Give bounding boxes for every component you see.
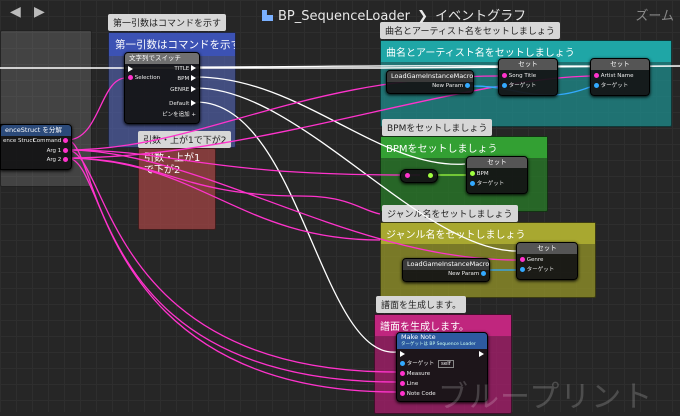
string-pin-icon[interactable]	[520, 257, 525, 262]
set-bpm-title: セット	[467, 157, 527, 168]
break-struct-pin-command: Command	[32, 138, 62, 144]
string-pin-icon[interactable]	[400, 381, 405, 386]
load-1-title: LoadGameInstanceMacro	[387, 71, 473, 82]
load-1-out-label: New Param	[432, 83, 464, 89]
chevron-right-icon: ❯	[417, 9, 428, 24]
load-game-instance-node-1[interactable]: LoadGameInstanceMacro New Param	[386, 70, 474, 94]
blueprint-icon	[262, 10, 273, 21]
switch-default: Default	[169, 101, 190, 107]
break-struct-input-label: ence Struct	[3, 138, 35, 144]
float-convert-node[interactable]	[400, 169, 438, 183]
blueprint-watermark: ブループリント	[438, 380, 654, 415]
zoom-label: ズーム	[635, 9, 674, 24]
string-wire-arg2-x1	[66, 157, 381, 215]
break-struct-title: enceStruct を分解	[1, 125, 71, 136]
string-pin-icon[interactable]	[128, 75, 133, 80]
load-2-out-label: New Param	[448, 271, 480, 277]
string-wire-cmd-selection	[66, 77, 127, 141]
switch-add-pin[interactable]: ピンを追加	[162, 112, 190, 118]
editor-toolbar: ◀ ▶ BP_SequenceLoader ❯ イベントグラフ ズーム	[0, 0, 680, 26]
object-pin-icon[interactable]	[502, 83, 507, 88]
breadcrumb-root[interactable]: BP_SequenceLoader	[278, 9, 410, 24]
set-artist-title: セット	[591, 59, 649, 70]
breadcrumb-current: イベントグラフ	[435, 9, 527, 24]
object-pin-icon[interactable]	[400, 361, 405, 366]
string-pin-icon[interactable]	[502, 73, 507, 78]
exec-pin-icon[interactable]	[479, 351, 484, 357]
exec-pin-icon[interactable]	[400, 351, 405, 357]
set-genre-title: セット	[517, 243, 577, 254]
string-pin-icon[interactable]	[400, 391, 405, 396]
make-note-self-field: self	[438, 360, 454, 368]
break-struct-pin-arg2: Arg 2	[46, 157, 62, 163]
object-pin-icon[interactable]	[470, 181, 475, 186]
make-note-target-label: ターゲット	[406, 361, 435, 367]
forward-arrow-icon[interactable]: ▶	[34, 4, 45, 20]
exec-pin-icon[interactable]	[128, 66, 133, 72]
object-pin-icon[interactable]	[520, 267, 525, 272]
switch-case-bpm: BPM	[177, 76, 190, 82]
switch-on-string-node[interactable]: 文字列でスイッチ Selection TITLE BPM GENRE Defau…	[124, 52, 200, 124]
make-note-title: Make Note	[397, 333, 487, 341]
string-pin-icon[interactable]	[400, 371, 405, 376]
object-pin-icon[interactable]	[594, 83, 599, 88]
object-pin-icon[interactable]	[481, 271, 486, 276]
exec-pin-icon[interactable]	[191, 86, 196, 92]
object-pin-icon[interactable]	[465, 83, 470, 88]
float-pin-icon[interactable]	[470, 171, 475, 176]
wire-layer	[0, 65, 680, 393]
set-bpm-node[interactable]: セット BPM ターゲット	[466, 156, 528, 194]
string-wire-arg1-measure	[66, 149, 397, 373]
break-struct-pin-arg1: Arg 1	[46, 148, 62, 154]
float-pin-icon[interactable]	[428, 173, 433, 178]
switch-case-title: TITLE	[174, 66, 190, 72]
exec-wire-default	[195, 101, 397, 353]
string-pin-icon[interactable]	[63, 157, 68, 162]
make-note-notecode-label: Note Code	[406, 391, 436, 397]
set-artist-target-label: ターゲット	[600, 83, 629, 89]
set-song-target-label: ターゲット	[508, 83, 537, 89]
break-struct-node[interactable]: enceStruct を分解 ence Struct Command Arg 1…	[0, 124, 72, 170]
set-artist-pin-label: Artist Name	[600, 73, 634, 79]
set-genre-pin-label: Genre	[526, 257, 544, 263]
exec-pin-icon[interactable]	[191, 100, 196, 106]
load-2-title: LoadGameInstanceMacro	[403, 259, 489, 270]
string-pin-icon[interactable]	[63, 148, 68, 153]
plus-icon[interactable]: +	[191, 112, 196, 118]
back-arrow-icon[interactable]: ◀	[10, 4, 21, 20]
exec-pin-icon[interactable]	[191, 65, 196, 71]
string-pin-icon[interactable]	[405, 173, 410, 178]
set-song-pin-label: Song Title	[508, 73, 537, 79]
set-bpm-target-label: ターゲット	[476, 181, 505, 187]
switch-case-genre: GENRE	[170, 87, 190, 93]
make-note-line-label: Line	[406, 381, 419, 387]
string-pin-icon[interactable]	[594, 73, 599, 78]
switch-selection-label: Selection	[134, 75, 161, 81]
string-wire-cmd-notecode	[66, 139, 397, 393]
make-note-subtitle: ターゲットは BP Sequence Loader	[397, 341, 487, 349]
set-song-title: セット	[499, 59, 557, 70]
set-song-title-node[interactable]: セット Song Title ターゲット	[498, 58, 558, 96]
exec-pin-icon[interactable]	[191, 75, 196, 81]
set-genre-node[interactable]: セット Genre ターゲット	[516, 242, 578, 280]
switch-title: 文字列でスイッチ	[125, 53, 199, 64]
set-genre-target-label: ターゲット	[526, 267, 555, 273]
set-artist-name-node[interactable]: セット Artist Name ターゲット	[590, 58, 650, 96]
string-pin-icon[interactable]	[63, 138, 68, 143]
set-bpm-pin-label: BPM	[476, 171, 489, 177]
load-game-instance-node-2[interactable]: LoadGameInstanceMacro New Param	[402, 258, 490, 282]
make-note-measure-label: Measure	[406, 371, 431, 377]
breadcrumb: BP_SequenceLoader ❯ イベントグラフ	[262, 5, 526, 24]
